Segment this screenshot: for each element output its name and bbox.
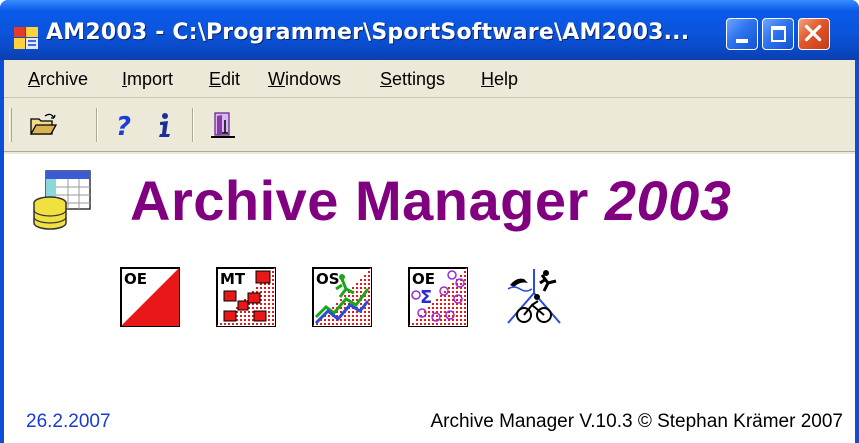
- window-title: AM2003 - C:\Programmer\SportSoftware\AM2…: [46, 20, 690, 45]
- maximize-button[interactable]: [762, 18, 794, 50]
- menu-import[interactable]: Import: [122, 69, 173, 90]
- module-label: OE: [124, 270, 147, 288]
- info-icon[interactable]: [150, 110, 180, 140]
- oe-sigma-module-icon[interactable]: OE Σ: [408, 267, 468, 327]
- menu-edit[interactable]: Edit: [209, 69, 240, 90]
- headline-year: 2003: [604, 169, 732, 232]
- copyright-text: Archive Manager V.10.3 © Stephan Krämer …: [430, 411, 843, 432]
- database-table-icon: [33, 170, 91, 230]
- headline-text: Archive Manager: [130, 169, 589, 232]
- close-button[interactable]: [798, 18, 830, 50]
- module-label: OS: [316, 270, 340, 288]
- menu-archive[interactable]: Archive: [28, 69, 88, 90]
- app-headline: Archive Manager 2003: [130, 168, 731, 233]
- toolbar-grip[interactable]: [9, 108, 12, 142]
- minimize-button[interactable]: [726, 18, 758, 50]
- am2003-app-icon[interactable]: [14, 27, 38, 49]
- os-module-icon[interactable]: OS: [312, 267, 372, 327]
- open-folder-icon[interactable]: [28, 110, 58, 140]
- minimize-icon: [736, 39, 748, 43]
- oe-module-icon[interactable]: OE: [120, 267, 180, 327]
- help-icon[interactable]: ?: [110, 110, 140, 140]
- menu-windows[interactable]: Windows: [268, 69, 341, 90]
- toolbar: ?: [4, 100, 855, 152]
- toolbar-separator: [192, 108, 194, 142]
- svg-text:Σ: Σ: [420, 287, 432, 308]
- close-icon: [804, 24, 822, 42]
- svg-text:?: ?: [116, 112, 131, 140]
- app-window: AM2003 - C:\Programmer\SportSoftware\AM2…: [0, 0, 859, 443]
- triathlon-module-icon[interactable]: [504, 267, 564, 327]
- title-bar[interactable]: AM2003 - C:\Programmer\SportSoftware\AM2…: [0, 0, 859, 60]
- maximize-icon: [771, 26, 786, 42]
- menu-help[interactable]: Help: [481, 69, 518, 90]
- menu-bar: Archive Import Edit Windows Settings Hel…: [4, 60, 855, 98]
- exit-door-icon[interactable]: [208, 110, 238, 140]
- mt-module-icon[interactable]: MT: [216, 267, 276, 327]
- menu-settings[interactable]: Settings: [380, 69, 445, 90]
- client-area: Archive Import Edit Windows Settings Hel…: [4, 60, 855, 443]
- build-date: 26.2.2007: [26, 411, 111, 432]
- main-content: Archive Manager 2003 OE MT OS OE Σ 26.2.…: [4, 154, 855, 443]
- toolbar-separator: [96, 108, 98, 142]
- module-label: MT: [220, 270, 246, 288]
- module-label: OE: [412, 270, 435, 288]
